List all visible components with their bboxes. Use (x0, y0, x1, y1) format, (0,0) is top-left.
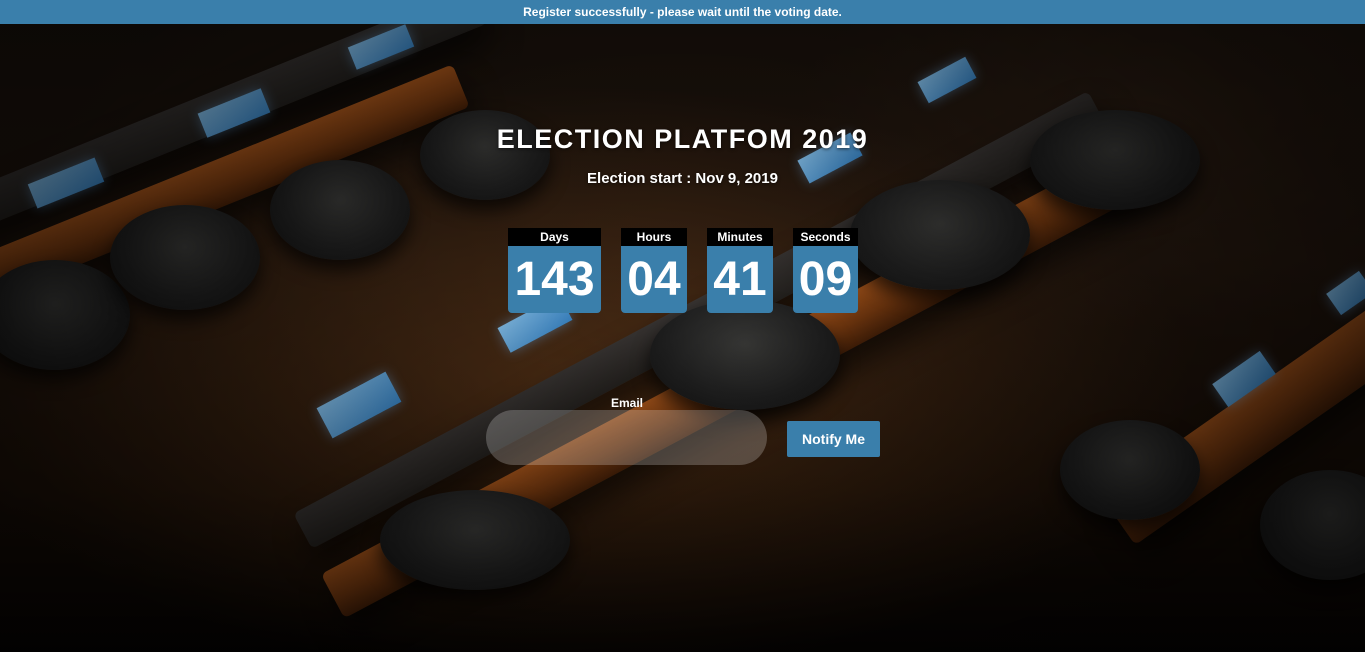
banner-message: Register successfully - please wait unti… (523, 5, 842, 19)
countdown-hours: Hours 04 (621, 228, 687, 313)
countdown-days-label: Days (508, 228, 601, 246)
countdown-days: Days 143 (508, 228, 601, 313)
success-banner: Register successfully - please wait unti… (0, 0, 1365, 24)
notify-me-button[interactable]: Notify Me (787, 421, 880, 457)
countdown-minutes-value: 41 (707, 246, 773, 313)
countdown-minutes: Minutes 41 (707, 228, 773, 313)
countdown-hours-label: Hours (621, 228, 687, 246)
countdown-seconds: Seconds 09 (793, 228, 858, 313)
countdown-minutes-label: Minutes (707, 228, 773, 246)
email-label: Email (611, 396, 644, 410)
countdown-days-value: 143 (508, 246, 601, 313)
countdown-seconds-value: 09 (793, 246, 858, 313)
countdown-hours-value: 04 (621, 246, 687, 313)
email-input[interactable] (486, 410, 767, 465)
election-start-date: Election start : Nov 9, 2019 (587, 170, 778, 187)
countdown-seconds-label: Seconds (793, 228, 858, 246)
background-image (0, 0, 1365, 652)
page-title: ELECTION PLATFOM 2019 (496, 124, 869, 154)
